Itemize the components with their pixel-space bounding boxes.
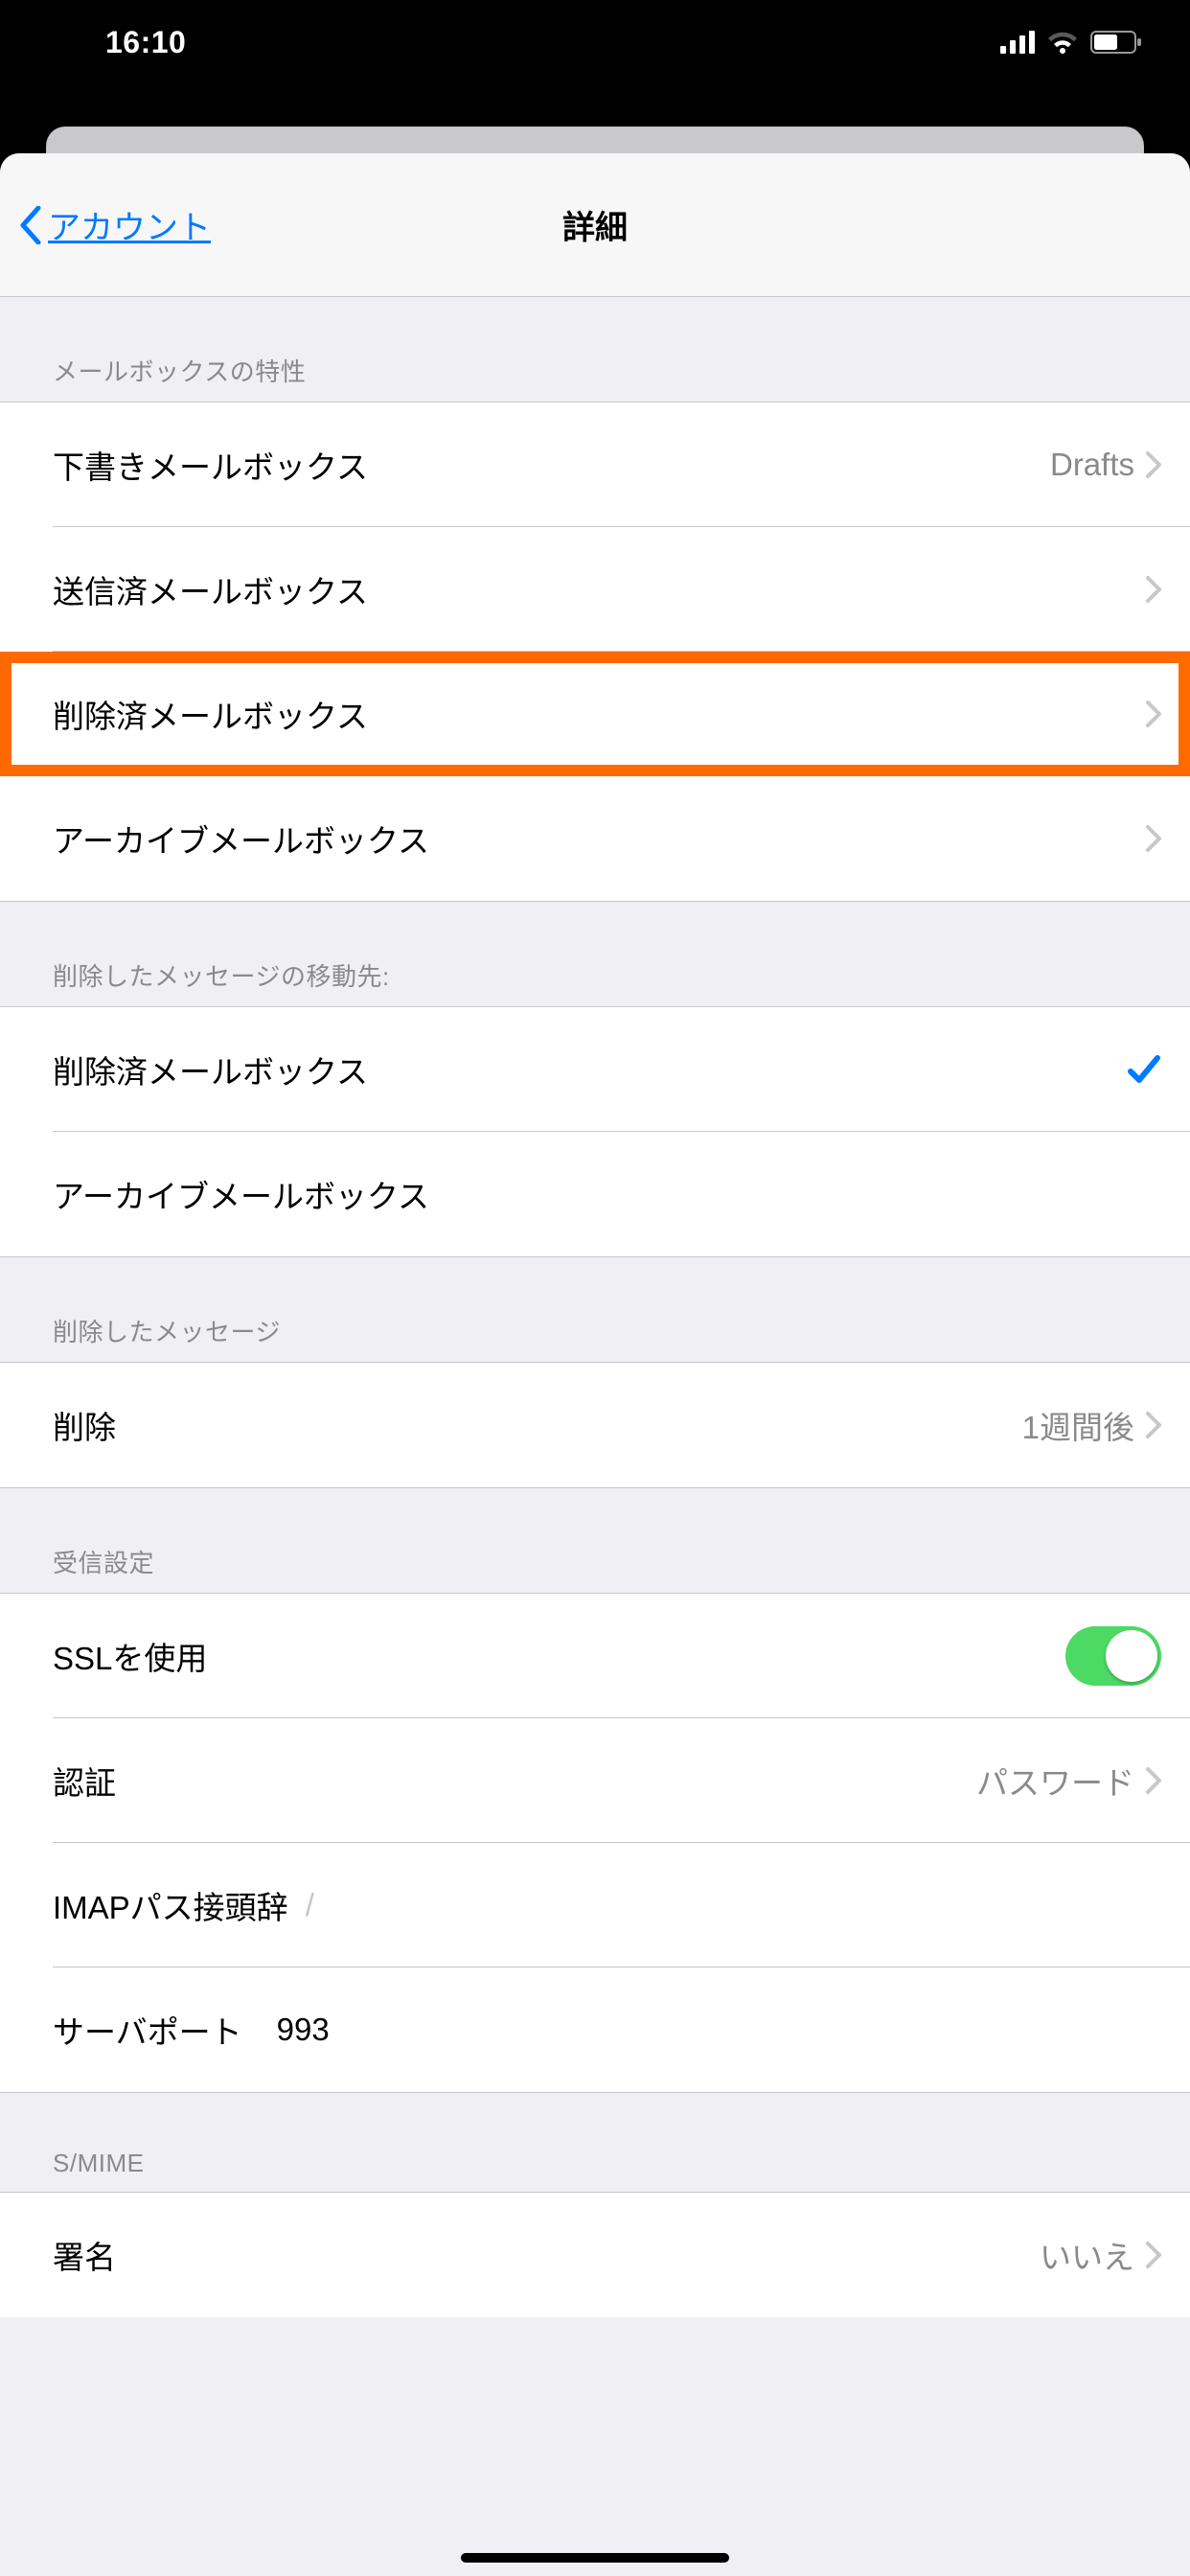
wifi-icon <box>1046 31 1079 54</box>
chevron-right-icon <box>1146 576 1161 603</box>
section-header-incoming: 受信設定 <box>0 1488 1190 1593</box>
section-header-smime: S/MIME <box>0 2093 1190 2192</box>
row-label: SSLを使用 <box>53 1633 207 1679</box>
back-label: アカウント <box>48 201 211 248</box>
row-value: 1週間後 <box>1022 1402 1134 1448</box>
row-value: Drafts <box>1050 447 1134 483</box>
settings-sheet: アカウント 詳細 メールボックスの特性 下書きメールボックス Drafts 送信… <box>0 153 1190 2576</box>
row-sign[interactable]: 署名 いいえ <box>0 2193 1190 2317</box>
row-authentication[interactable]: 認証 パスワード <box>0 1718 1190 1843</box>
row-label: アーカイブメールボックス <box>53 816 429 862</box>
group-incoming: SSLを使用 認証 パスワード IMAPパス接頭辞 / <box>0 1593 1190 2093</box>
row-label: IMAPパス接頭辞 <box>53 1882 288 1928</box>
status-bar: 16:10 <box>0 0 1190 84</box>
row-move-to-archive[interactable]: アーカイブメールボックス <box>0 1132 1190 1256</box>
row-value: パスワード <box>976 1758 1134 1804</box>
battery-icon <box>1090 31 1142 54</box>
row-remove-after[interactable]: 削除 1週間後 <box>0 1363 1190 1487</box>
row-archive-mailbox[interactable]: アーカイブメールボックス <box>0 776 1190 901</box>
server-port-value: 993 <box>277 2012 330 2048</box>
row-sent-mailbox[interactable]: 送信済メールボックス <box>0 527 1190 652</box>
chevron-right-icon <box>1146 825 1161 852</box>
row-use-ssl: SSLを使用 <box>0 1594 1190 1718</box>
chevron-right-icon <box>1146 1767 1161 1794</box>
row-label: 削除済メールボックス <box>53 1046 368 1092</box>
row-deleted-mailbox[interactable]: 削除済メールボックス <box>0 652 1190 776</box>
row-label: サーバポート <box>53 2007 242 2053</box>
row-imap-path-prefix[interactable]: IMAPパス接頭辞 / <box>0 1843 1190 1967</box>
row-drafts-mailbox[interactable]: 下書きメールボックス Drafts <box>0 402 1190 527</box>
group-deleted-messages: 削除 1週間後 <box>0 1362 1190 1488</box>
row-move-to-deleted[interactable]: 削除済メールボックス <box>0 1007 1190 1132</box>
section-header-mailbox-behavior: メールボックスの特性 <box>0 297 1190 402</box>
chevron-right-icon <box>1146 701 1161 727</box>
chevron-left-icon <box>19 206 42 244</box>
ssl-toggle[interactable] <box>1065 1626 1161 1686</box>
row-server-port[interactable]: サーバポート 993 <box>0 1967 1190 2092</box>
row-label: 削除済メールボックス <box>53 691 368 737</box>
row-label: 削除 <box>53 1402 116 1448</box>
navigation-bar: アカウント 詳細 <box>0 153 1190 297</box>
group-smime: 署名 いいえ <box>0 2192 1190 2317</box>
chevron-right-icon <box>1146 1412 1161 1438</box>
switch-knob <box>1106 1630 1157 1682</box>
section-header-move-discarded: 削除したメッセージの移動先: <box>0 902 1190 1006</box>
row-label: 署名 <box>53 2232 116 2278</box>
status-icons <box>1000 31 1142 54</box>
device-frame: 16:10 アカウント 詳細 メールボックスの特性 下書きメールボックス <box>0 0 1190 2576</box>
row-label: アーカイブメールボックス <box>53 1171 429 1217</box>
row-label: 下書きメールボックス <box>53 442 368 488</box>
chevron-right-icon <box>1146 451 1161 478</box>
home-indicator[interactable] <box>461 2553 729 2563</box>
chevron-right-icon <box>1146 2242 1161 2268</box>
row-value: いいえ <box>1040 2232 1134 2278</box>
group-move-discarded: 削除済メールボックス アーカイブメールボックス <box>0 1006 1190 1257</box>
back-button[interactable]: アカウント <box>19 201 211 248</box>
checkmark-icon <box>1127 1052 1161 1087</box>
group-mailbox-behavior: 下書きメールボックス Drafts 送信済メールボックス 削除済メールボックス <box>0 402 1190 902</box>
status-time: 16:10 <box>105 25 186 60</box>
imap-prefix-placeholder: / <box>306 1887 314 1923</box>
row-label: 認証 <box>53 1758 116 1804</box>
cellular-icon <box>1000 31 1035 54</box>
content-scroll[interactable]: メールボックスの特性 下書きメールボックス Drafts 送信済メールボックス … <box>0 297 1190 2317</box>
section-header-deleted-messages: 削除したメッセージ <box>0 1257 1190 1362</box>
row-label: 送信済メールボックス <box>53 566 368 612</box>
